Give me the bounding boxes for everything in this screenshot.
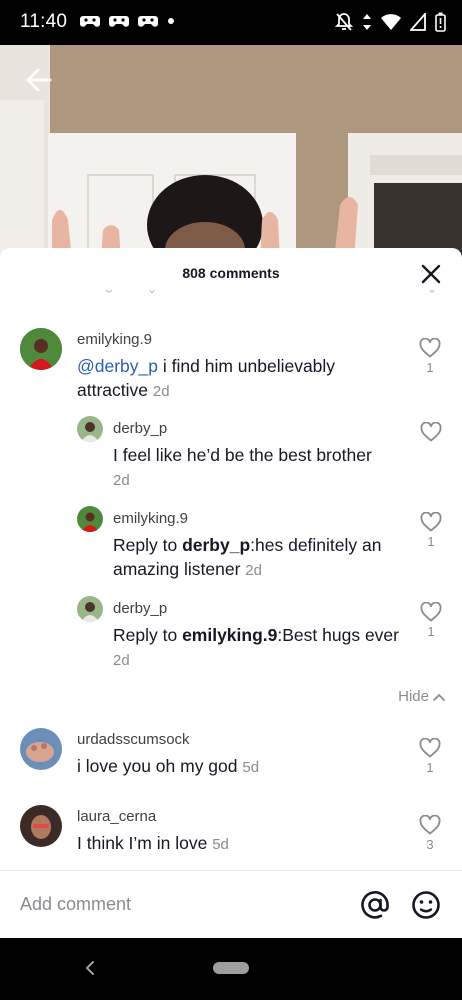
like-button[interactable] — [419, 422, 443, 442]
hide-replies-button[interactable]: Hide — [398, 688, 446, 705]
avatar[interactable] — [20, 805, 62, 847]
reply-item[interactable]: emilyking.9 Reply to derby_p:hes definit… — [77, 506, 450, 586]
like-count: 1 — [427, 534, 435, 549]
heart-outline-icon — [420, 512, 442, 532]
game-controller-icon — [138, 16, 158, 27]
like-button[interactable]: 3 — [418, 815, 442, 852]
comments-count-title: 808 comments — [182, 265, 280, 281]
reply-item[interactable]: derby_p I feel like he’d be the best bro… — [77, 416, 450, 496]
comment-time: 5d — [242, 759, 260, 776]
heart-outline-icon — [419, 815, 441, 835]
comment-username[interactable]: emilyking.9 — [77, 331, 152, 348]
comment-username[interactable]: laura_cerna — [77, 808, 156, 825]
video-player[interactable] — [0, 45, 462, 260]
comment-time: 2d — [152, 383, 170, 400]
like-button[interactable]: 1 — [418, 338, 442, 375]
avatar-image — [20, 805, 62, 847]
heart-outline-icon — [419, 338, 441, 358]
like-count: 1 — [426, 360, 434, 375]
wifi-icon — [381, 14, 401, 30]
dot-icon — [168, 18, 174, 24]
data-arrows-icon — [363, 14, 371, 30]
heart-outline-icon — [420, 422, 442, 442]
arrow-left-icon[interactable] — [22, 63, 56, 97]
avatar-image — [77, 416, 103, 442]
notification-icons — [80, 13, 175, 29]
comment-text: I feel like he’d be the best brother 2d — [113, 443, 413, 493]
sheet-header: 808 comments — [0, 248, 462, 298]
reply-to-username[interactable]: emilyking.9 — [182, 625, 277, 645]
add-comment-input[interactable]: Add comment — [20, 894, 131, 915]
comment-input-bar: Add comment — [0, 870, 462, 938]
comment-body: I think I’m in love — [77, 833, 208, 853]
comment-item[interactable]: emilyking.9 @derby_p i find him unbeliev… — [20, 328, 450, 408]
game-controller-icon — [80, 16, 100, 27]
system-icons — [335, 12, 446, 32]
battery-icon — [435, 12, 446, 32]
chevron-up-icon — [433, 693, 445, 701]
comment-item[interactable]: laura_cerna I think I’m in love 5d 3 — [20, 805, 450, 875]
game-controller-icon — [109, 16, 129, 27]
heart-outline-icon — [420, 602, 442, 622]
avatar-image — [20, 728, 62, 770]
comment-text: i love you oh my god 5d — [77, 754, 387, 780]
reply-prefix: Reply to — [113, 625, 183, 645]
like-button[interactable]: 1 — [419, 512, 443, 549]
comments-sheet: 808 comments emilyking.9 @derby_p i find… — [0, 248, 462, 938]
comment-body: i love you oh my god — [77, 756, 238, 776]
comment-text: Reply to emilyking.9:Best hugs ever 2d — [113, 623, 413, 673]
comment-text: I think I’m in love 5d — [77, 831, 387, 857]
comment-text: Reply to derby_p:hes definitely an amazi… — [113, 533, 413, 583]
heart-outline-icon — [419, 738, 441, 758]
reply-prefix: Reply to — [113, 535, 183, 555]
close-icon[interactable] — [420, 263, 442, 285]
avatar[interactable] — [77, 506, 103, 532]
comment-username[interactable]: derby_p — [113, 420, 167, 437]
nav-home-pill[interactable] — [213, 962, 249, 974]
reply-item[interactable]: derby_p Reply to emilyking.9:Best hugs e… — [77, 596, 450, 676]
avatar-image — [77, 506, 103, 532]
scrolled-content-edge — [105, 289, 435, 294]
comment-text: @derby_p i find him unbelievably attract… — [77, 354, 387, 404]
like-count: 3 — [426, 837, 434, 852]
status-time: 11:40 — [20, 11, 68, 32]
like-count: 1 — [426, 760, 434, 775]
avatar[interactable] — [20, 328, 62, 370]
like-count: 1 — [427, 624, 435, 639]
like-button[interactable]: 1 — [418, 738, 442, 775]
avatar[interactable] — [20, 728, 62, 770]
avatar-image — [20, 328, 62, 370]
hide-replies-label: Hide — [398, 688, 429, 705]
mute-icon — [335, 13, 353, 31]
avatar-image — [77, 596, 103, 622]
mention-link[interactable]: @derby_p — [77, 356, 158, 376]
nav-back-icon[interactable] — [80, 958, 100, 978]
comment-time: 2d — [245, 562, 262, 579]
comment-username[interactable]: urdadsscumsock — [77, 731, 190, 748]
comment-time: 2d — [113, 652, 130, 669]
status-bar: 11:40 — [0, 0, 462, 45]
at-sign-icon[interactable] — [360, 890, 390, 920]
video-frame — [0, 45, 462, 260]
comment-item[interactable]: urdadsscumsock i love you oh my god 5d 1 — [20, 728, 450, 798]
system-navigation-bar — [0, 938, 462, 1000]
avatar[interactable] — [77, 416, 103, 442]
comment-time: 5d — [212, 836, 229, 853]
signal-icon — [410, 13, 426, 31]
comment-body: I feel like he’d be the best brother — [113, 445, 372, 465]
comment-username[interactable]: emilyking.9 — [113, 510, 188, 527]
avatar[interactable] — [77, 596, 103, 622]
comment-time: 2d — [113, 472, 130, 489]
emoji-icon[interactable] — [411, 890, 441, 920]
comment-body: :Best hugs ever — [277, 625, 399, 645]
like-button[interactable]: 1 — [419, 602, 443, 639]
comment-username[interactable]: derby_p — [113, 600, 167, 617]
reply-to-username[interactable]: derby_p — [182, 535, 250, 555]
